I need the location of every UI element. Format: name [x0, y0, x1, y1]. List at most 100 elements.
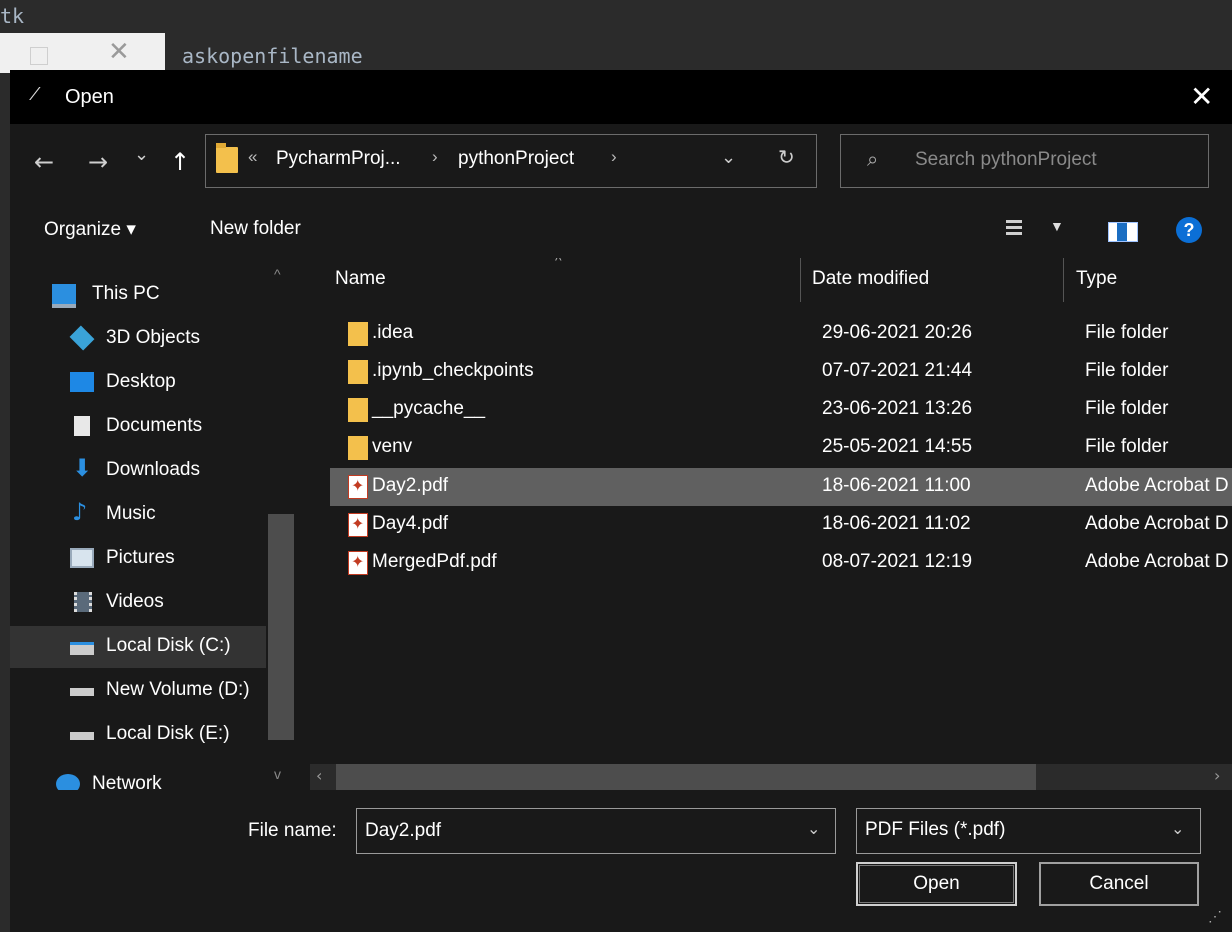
sidebar-item-local-disk-c[interactable]: Local Disk (C:) [10, 626, 266, 668]
file-name-input[interactable]: Day2.pdf ⌄ [356, 808, 836, 854]
scroll-right-icon[interactable]: › [1214, 766, 1220, 785]
open-button[interactable]: Open [856, 862, 1017, 906]
close-button[interactable]: ✕ [1190, 80, 1213, 113]
help-icon[interactable]: ? [1176, 217, 1202, 243]
search-icon: ⌕ [867, 147, 879, 171]
file-type: Adobe Acrobat D [1085, 551, 1229, 572]
refresh-icon[interactable]: ↻ [778, 145, 795, 169]
file-row[interactable]: __pycache__ 23-06-2021 13:26 File folder [330, 391, 1232, 429]
file-type: Adobe Acrobat D [1085, 475, 1229, 496]
breadcrumb-pythonproject[interactable]: pythonProject [458, 148, 574, 170]
dialog-title: Open [65, 86, 114, 108]
horizontal-scroll-thumb[interactable] [336, 764, 1036, 790]
sidebar-item-label: This PC [92, 283, 160, 304]
sidebar-item-music[interactable]: ♪ Music [10, 494, 266, 536]
file-row[interactable]: .ipynb_checkpoints 07-07-2021 21:44 File… [330, 353, 1232, 391]
folder-icon [348, 398, 368, 422]
pdf-icon [348, 475, 368, 499]
code-text: askopenfilename [182, 44, 363, 68]
drive-icon [70, 732, 94, 740]
network-icon [56, 774, 80, 790]
column-header-type[interactable]: Type [1076, 268, 1117, 290]
sidebar-item-network[interactable]: Network [10, 764, 266, 790]
chevron-down-icon[interactable]: ▼ [1050, 218, 1064, 234]
back-icon[interactable]: ← [34, 148, 54, 176]
file-name: __pycache__ [372, 398, 486, 419]
view-options-icon[interactable] [1006, 220, 1022, 236]
file-type: File folder [1085, 398, 1169, 419]
file-type: Adobe Acrobat D [1085, 513, 1229, 534]
file-name: .idea [372, 322, 414, 343]
sidebar-item-label: Videos [106, 591, 164, 612]
scroll-left-icon[interactable]: ‹ [316, 766, 322, 785]
up-icon[interactable]: ↑ [170, 148, 190, 176]
chevron-down-icon[interactable]: ⌄ [1171, 819, 1184, 839]
maximize-icon[interactable] [30, 47, 48, 65]
address-bar[interactable]: « PycharmProj... › pythonProject › ⌄ ↻ [205, 134, 817, 188]
recent-locations-icon[interactable]: ⌄ [134, 144, 149, 165]
sidebar-item-3d-objects[interactable]: 3D Objects [10, 318, 266, 360]
cancel-button[interactable]: Cancel [1039, 862, 1199, 906]
sidebar-item-label: New Volume (D:) [106, 679, 250, 700]
file-row[interactable]: .idea 29-06-2021 20:26 File folder [330, 315, 1232, 353]
pdf-icon [348, 513, 368, 537]
pdf-icon [348, 551, 368, 575]
file-name: MergedPdf.pdf [372, 551, 497, 572]
sidebar-item-documents[interactable]: Documents [10, 406, 266, 448]
breadcrumb-pycharmprojects[interactable]: PycharmProj... [276, 148, 401, 170]
chevron-right-icon[interactable]: › [611, 147, 617, 167]
file-row[interactable]: Day4.pdf 18-06-2021 11:02 Adobe Acrobat … [330, 506, 1232, 544]
chevron-right-icon[interactable]: › [432, 147, 438, 167]
search-box[interactable]: ⌕ Search pythonProject [840, 134, 1209, 188]
preview-pane-icon[interactable] [1108, 222, 1138, 242]
sidebar-item-videos[interactable]: Videos [10, 582, 266, 624]
file-row[interactable]: MergedPdf.pdf 08-07-2021 12:19 Adobe Acr… [330, 544, 1232, 582]
sidebar-item-desktop[interactable]: Desktop [10, 362, 266, 404]
horizontal-scrollbar[interactable]: ‹ › [310, 764, 1232, 790]
sidebar-item-label: Network [92, 773, 162, 790]
close-icon[interactable]: ✕ [108, 37, 130, 67]
cube-icon [69, 325, 95, 351]
dialog-footer: File name: Day2.pdf ⌄ PDF Files (*.pdf) … [10, 790, 1232, 932]
address-dropdown-icon[interactable]: ⌄ [721, 147, 736, 168]
file-row-selected[interactable]: Day2.pdf 18-06-2021 11:00 Adobe Acrobat … [330, 468, 1232, 506]
open-file-dialog: ⁄ Open ✕ ← → ⌄ ↑ « PycharmProj... › pyth… [10, 70, 1232, 932]
scroll-down-icon[interactable]: v [274, 766, 281, 782]
sidebar-item-label: 3D Objects [106, 327, 200, 348]
sidebar-item-downloads[interactable]: ⬇ Downloads [10, 450, 266, 492]
command-bar: Organize ▾ New folder ▼ ? [10, 202, 1232, 258]
organize-button[interactable]: Organize ▾ [44, 218, 136, 241]
document-icon [74, 416, 90, 436]
sidebar-item-label: Desktop [106, 371, 176, 392]
sidebar-item-local-disk-e[interactable]: Local Disk (E:) [10, 714, 266, 756]
file-type-select[interactable]: PDF Files (*.pdf) ⌄ [856, 808, 1201, 854]
column-divider[interactable] [1063, 258, 1064, 302]
sidebar-scroll-thumb[interactable] [268, 514, 294, 740]
sidebar-item-this-pc[interactable]: This PC [10, 274, 266, 316]
desktop-icon [70, 372, 94, 392]
file-type: File folder [1085, 360, 1169, 381]
resize-grip-icon[interactable]: ⋰ [1208, 908, 1222, 925]
column-header-date[interactable]: Date modified [812, 268, 929, 290]
scroll-up-icon[interactable]: ^ [274, 266, 281, 282]
file-name: venv [372, 436, 413, 457]
sidebar-item-label: Music [106, 503, 156, 524]
sidebar-item-label: Local Disk (E:) [106, 723, 230, 744]
column-header-name[interactable]: Name [335, 268, 386, 290]
file-name: Day2.pdf [372, 475, 449, 496]
sidebar-item-pictures[interactable]: Pictures [10, 538, 266, 580]
overflow-icon[interactable]: « [248, 147, 257, 167]
forward-icon[interactable]: → [88, 148, 108, 176]
file-date: 18-06-2021 11:02 [822, 513, 971, 534]
column-divider[interactable] [800, 258, 801, 302]
drive-icon [70, 688, 94, 696]
music-icon: ♪ [72, 498, 88, 526]
navigation-pane: This PC 3D Objects Desktop Documents ⬇ D… [10, 258, 295, 790]
title-bar[interactable]: ⁄ Open ✕ [10, 70, 1232, 124]
new-folder-button[interactable]: New folder [210, 218, 301, 240]
chevron-down-icon[interactable]: ⌄ [807, 819, 820, 839]
sidebar-item-new-volume-d[interactable]: New Volume (D:) [10, 670, 266, 712]
file-row[interactable]: venv 25-05-2021 14:55 File folder [330, 429, 1232, 467]
search-input[interactable]: Search pythonProject [915, 149, 1097, 171]
file-date: 07-07-2021 21:44 [822, 360, 973, 381]
